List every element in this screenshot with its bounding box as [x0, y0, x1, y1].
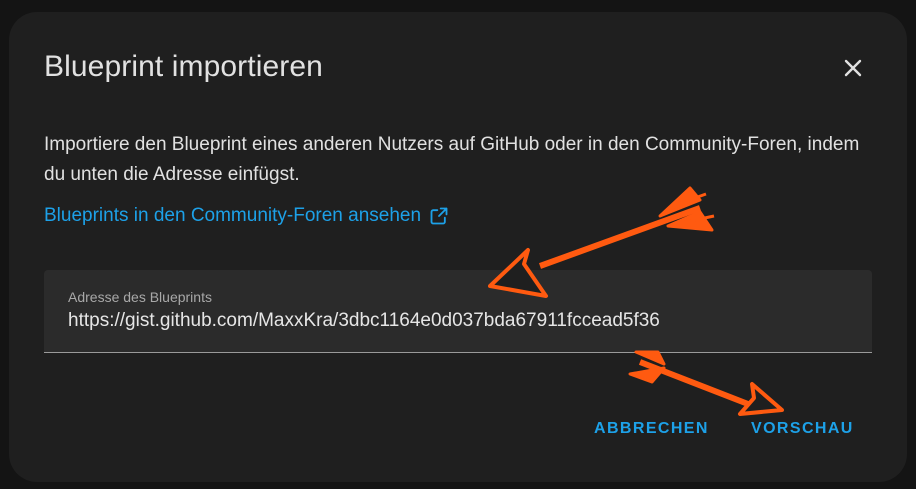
community-forums-link[interactable]: Blueprints in den Community-Foren ansehe…: [44, 205, 449, 227]
blueprint-address-label: Adresse des Blueprints: [68, 289, 212, 305]
community-forums-link-label: Blueprints in den Community-Foren ansehe…: [44, 205, 422, 226]
blueprint-address-field[interactable]: Adresse des Blueprints: [44, 270, 872, 353]
cancel-button[interactable]: ABBRECHEN: [594, 420, 709, 438]
dialog-description: Importiere den Blueprint eines anderen N…: [44, 134, 860, 185]
import-blueprint-dialog: Blueprint importieren Importiere den Blu…: [9, 12, 907, 482]
preview-button[interactable]: VORSCHAU: [751, 420, 854, 438]
dialog-title: Blueprint importieren: [44, 50, 323, 83]
blueprint-address-input[interactable]: [68, 310, 848, 332]
external-link-icon: [430, 207, 448, 225]
close-icon: [844, 59, 862, 77]
close-button[interactable]: [835, 50, 871, 86]
